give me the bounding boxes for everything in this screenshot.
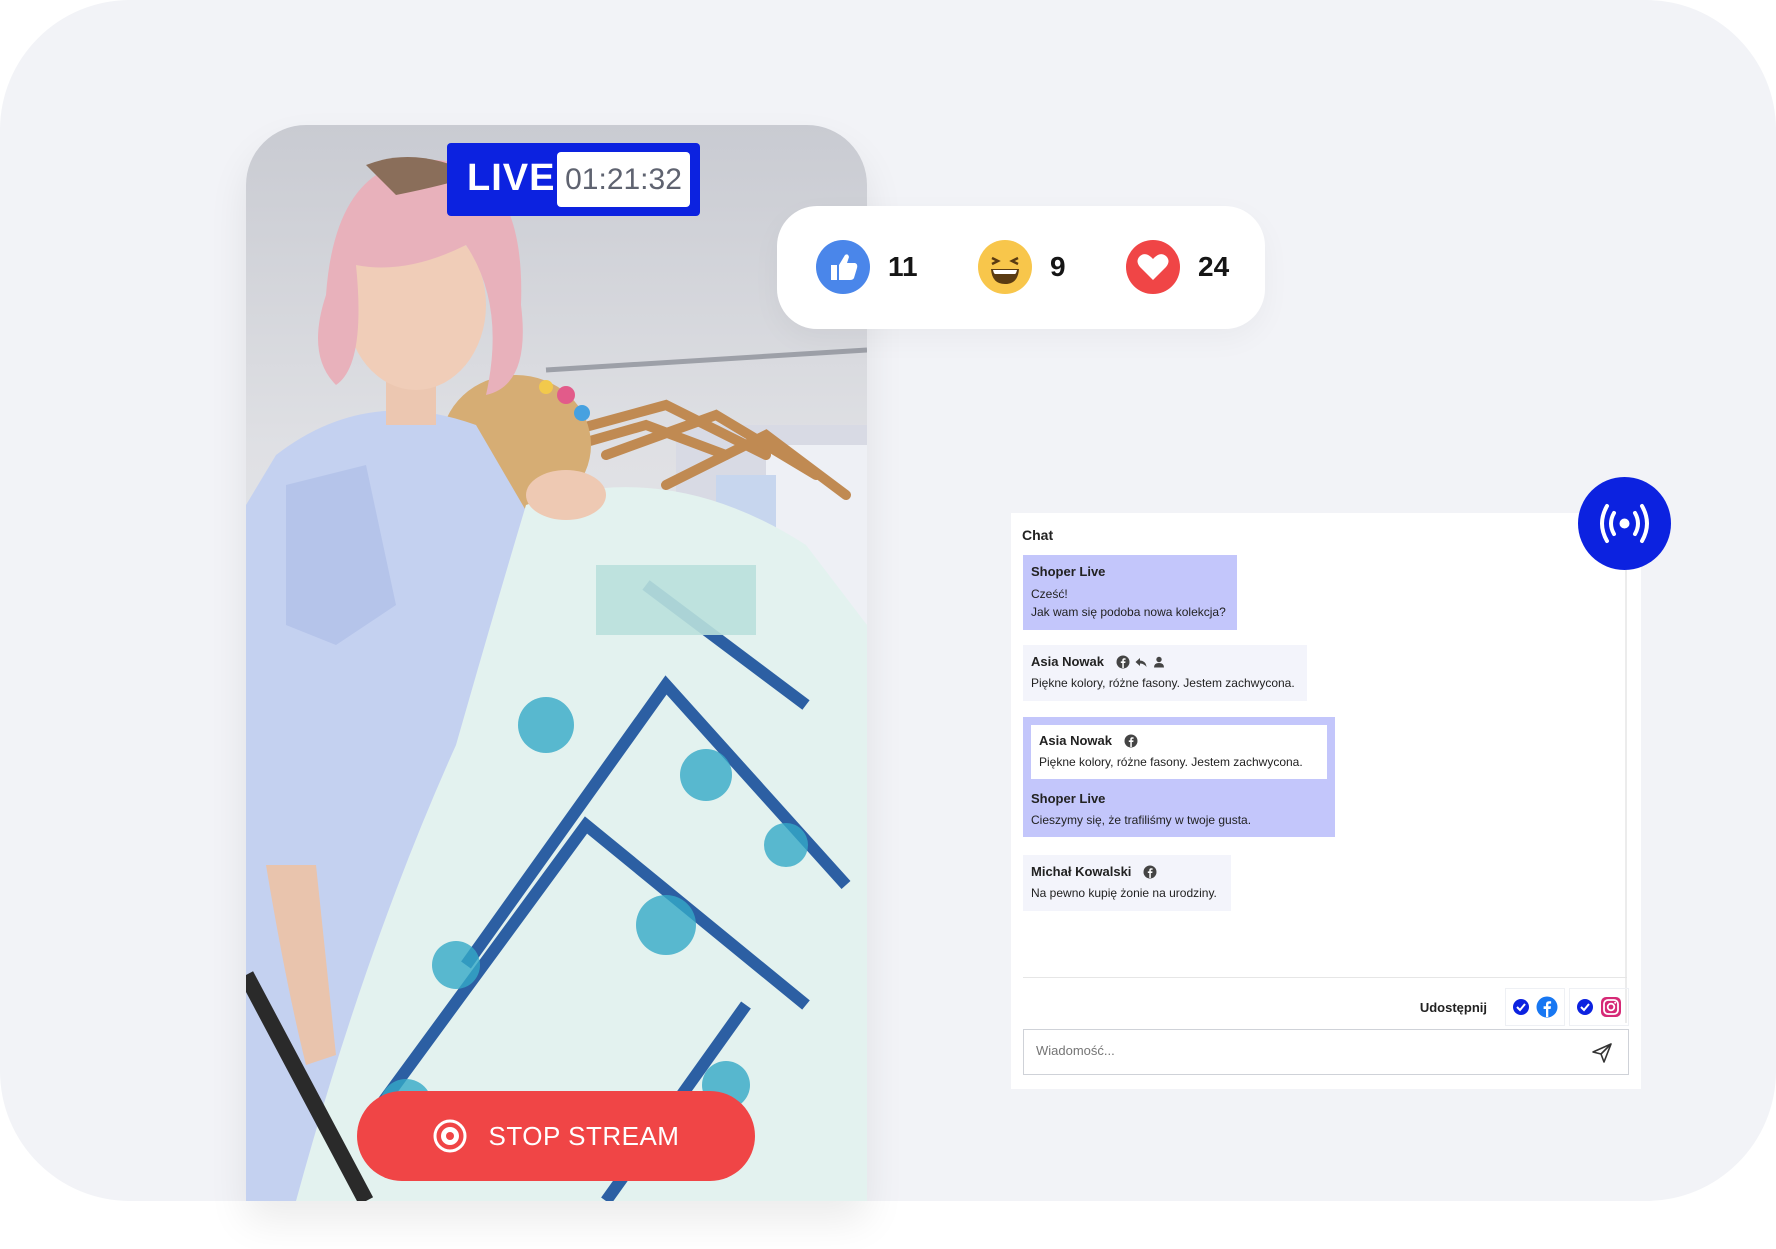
share-instagram-group [1569, 988, 1629, 1026]
stop-stream-label: STOP STREAM [488, 1120, 680, 1151]
chat-message: Shoper Live Cześć! Jak wam się podoba no… [1023, 555, 1237, 630]
quoted-message: Asia Nowak Piękne kolory, różne fasony. … [1031, 725, 1327, 779]
share-label: Udostępnij [1419, 999, 1487, 1015]
message-text: Piękne kolory, różne fasony. Jestem zach… [1031, 676, 1295, 690]
share-facebook-group [1505, 988, 1565, 1026]
message-author: Asia Nowak [1039, 733, 1112, 748]
chat-title: Chat [1022, 527, 1054, 543]
chat-message: Michał Kowalski Na pewno kupię żonie na … [1023, 855, 1231, 911]
chat-message: Asia Nowak Piękne kolory, różne fasony. … [1023, 717, 1335, 837]
facebook-icon [1124, 734, 1138, 747]
chat-message: Asia Nowak Piękne kolory, różne fasony. … [1023, 645, 1307, 701]
message-author: Shoper Live [1031, 564, 1106, 579]
chat-divider [1023, 977, 1627, 978]
facebook-share-checkbox[interactable] [1512, 998, 1530, 1016]
stop-record-icon [433, 1119, 467, 1153]
message-author: Michał Kowalski [1031, 864, 1132, 879]
reactions-bar: 11 9 24 [777, 206, 1265, 329]
stream-video-frame [246, 157, 867, 1201]
message-author: Shoper Live [1031, 791, 1106, 806]
instagram-share-checkbox[interactable] [1576, 998, 1594, 1016]
thumbs-up-icon [816, 240, 870, 294]
video-preview [246, 125, 867, 1201]
instagram-icon [1601, 997, 1621, 1017]
laughing-emoji-icon [978, 240, 1032, 294]
user-icon[interactable] [1152, 655, 1166, 669]
facebook-icon [1536, 996, 1558, 1018]
facebook-icon [1143, 865, 1157, 878]
reply-icon[interactable] [1134, 655, 1148, 669]
reaction-laugh[interactable]: 9 [978, 239, 1066, 295]
live-label: LIVE [467, 157, 556, 199]
chat-scrollbar[interactable] [1625, 563, 1627, 1023]
message-text: Jak wam się podoba nowa kolekcja? [1031, 605, 1226, 619]
message-text: Cześć! [1031, 587, 1068, 601]
reaction-like[interactable]: 11 [816, 239, 918, 295]
laugh-count: 9 [1050, 251, 1066, 282]
message-text: Cieszymy się, że trafiliśmy w twoje gust… [1031, 813, 1252, 827]
send-icon[interactable] [1590, 1041, 1614, 1065]
facebook-icon [1116, 655, 1130, 668]
message-input-box [1023, 1029, 1629, 1075]
love-count: 24 [1198, 251, 1230, 282]
message-text: Piękne kolory, różne fasony. Jestem zach… [1039, 755, 1303, 769]
message-input[interactable] [1034, 1042, 1558, 1059]
heart-icon [1126, 240, 1180, 294]
share-row: Udostępnij [1420, 987, 1629, 1027]
live-badge: LIVE 01:21:32 [447, 143, 700, 216]
broadcast-icon [1600, 504, 1649, 543]
message-author: Asia Nowak [1031, 654, 1104, 669]
message-text: Na pewno kupię żonie na urodziny. [1031, 886, 1217, 900]
broadcast-button[interactable] [1578, 477, 1671, 570]
stop-stream-button[interactable]: STOP STREAM [357, 1091, 755, 1181]
like-count: 11 [888, 251, 918, 282]
reaction-love[interactable]: 24 [1126, 239, 1229, 295]
chat-panel: Chat Shoper Live Cześć! Jak wam się podo… [1011, 513, 1641, 1089]
stream-timer: 01:21:32 [557, 152, 690, 207]
